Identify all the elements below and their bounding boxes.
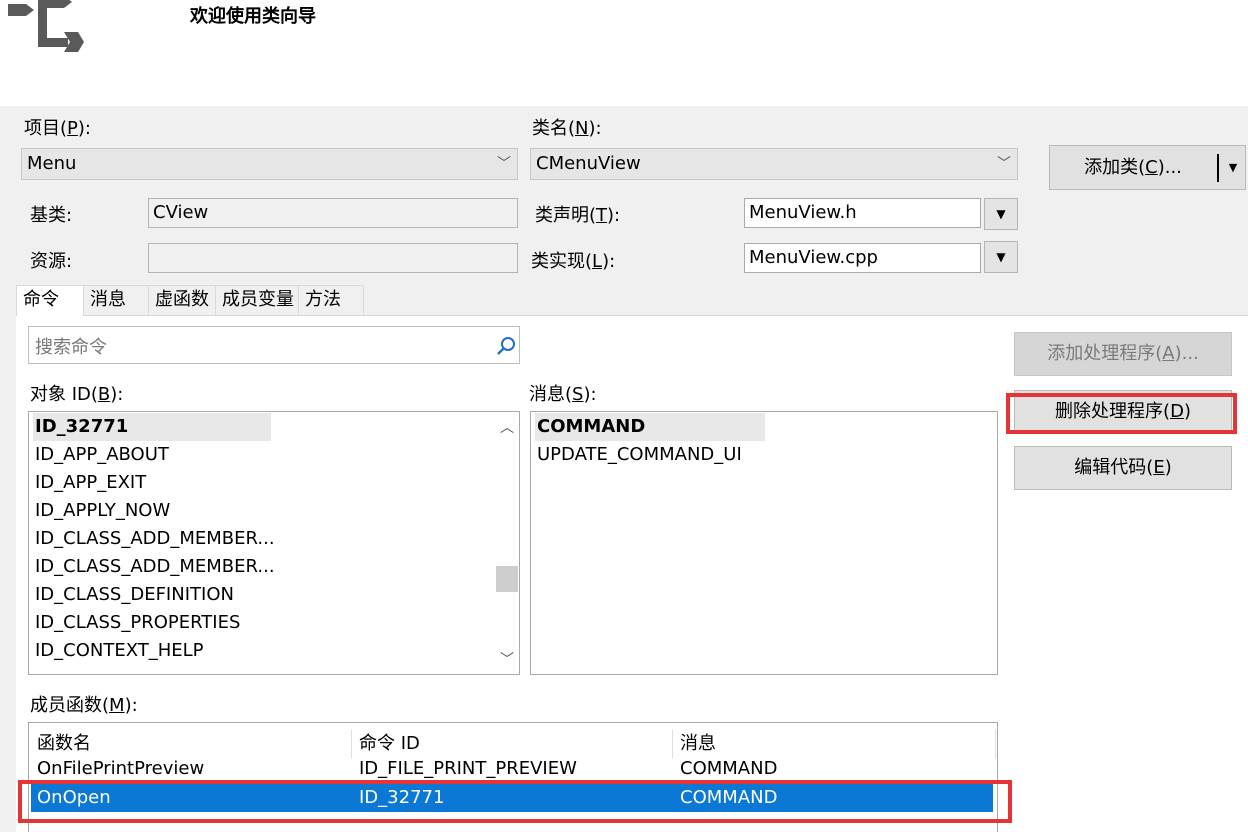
list-item[interactable]: COMMAND <box>535 413 765 441</box>
split-divider <box>1217 154 1219 182</box>
classname-combo-value: CMenuView <box>536 153 641 174</box>
object-id-label: 对象 ID(B): <box>30 384 124 405</box>
list-item[interactable]: ID_CLASS_ADD_MEMBER... <box>35 525 275 553</box>
selected-row-highlight <box>18 780 1012 823</box>
tab-virtual-functions[interactable]: 虚函数 <box>148 285 216 315</box>
class-wizard-logo-icon <box>8 0 84 52</box>
class-impl-dropdown-button[interactable]: ▼ <box>984 241 1018 273</box>
add-class-dropdown-icon[interactable]: ▼ <box>1220 146 1246 189</box>
list-item[interactable]: ID_APP_EXIT <box>35 469 146 497</box>
tab-methods[interactable]: 方法 <box>298 285 364 315</box>
base-class-field: CView <box>148 198 518 228</box>
add-class-split-button[interactable]: 添加类(C)... ▼ <box>1049 145 1246 190</box>
tab-messages[interactable]: 消息 <box>83 285 149 315</box>
classname-label: 类名(N): <box>532 118 602 139</box>
project-combo-value: Menu <box>27 153 77 174</box>
wizard-header <box>0 0 1248 106</box>
class-impl-label: 类实现(L): <box>531 251 616 272</box>
chevron-down-icon: ﹀ <box>997 156 1011 172</box>
resource-field <box>148 243 518 273</box>
cell-command-id: ID_FILE_PRINT_PREVIEW <box>359 758 577 779</box>
messages-list[interactable]: COMMAND UPDATE_COMMAND_UI <box>530 411 998 675</box>
classname-combo[interactable]: CMenuView ﹀ <box>530 148 1018 180</box>
scrollbar-thumb[interactable] <box>496 566 518 592</box>
list-item[interactable]: ID_APP_ABOUT <box>35 441 169 469</box>
member-functions-label: 成员函数(M): <box>30 695 138 716</box>
list-item[interactable]: UPDATE_COMMAND_UI <box>537 441 742 469</box>
resource-label: 资源: <box>30 251 73 272</box>
scroll-down-icon[interactable]: ﹀ <box>495 648 519 672</box>
search-icon[interactable] <box>495 335 517 357</box>
delete-handler-highlight <box>1006 393 1237 434</box>
object-id-list[interactable]: ID_32771 ID_APP_ABOUT ID_APP_EXIT ID_APP… <box>28 411 520 675</box>
list-item[interactable]: ID_CLASS_ADD_MEMBER... <box>35 553 275 581</box>
project-label: 项目(P): <box>24 118 91 139</box>
list-item[interactable]: ID_APPLY_NOW <box>35 497 170 525</box>
search-commands-input[interactable]: 搜索命令 <box>28 326 520 364</box>
edit-code-button[interactable]: 编辑代码(E) <box>1014 446 1232 490</box>
class-impl-field[interactable]: MenuView.cpp <box>744 243 981 273</box>
cell-message: COMMAND <box>680 758 778 779</box>
list-item[interactable]: ID_CONTEXT_HELP <box>35 637 204 665</box>
scroll-up-icon[interactable]: ︿ <box>495 416 519 440</box>
cell-function-name: OnFilePrintPreview <box>37 758 205 779</box>
messages-label: 消息(S): <box>529 384 597 405</box>
class-decl-dropdown-button[interactable]: ▼ <box>984 198 1018 230</box>
search-placeholder: 搜索命令 <box>35 337 107 358</box>
object-id-scrollbar[interactable]: ︿ ﹀ <box>495 412 519 674</box>
add-handler-button[interactable]: 添加处理程序(A)... <box>1014 332 1232 376</box>
chevron-down-icon: ﹀ <box>497 156 511 172</box>
add-class-button[interactable]: 添加类(C)... <box>1050 146 1216 189</box>
class-decl-label: 类声明(T): <box>535 205 621 226</box>
wizard-title: 欢迎使用类向导 <box>190 6 316 27</box>
tab-commands[interactable]: 命令 <box>16 285 84 316</box>
list-item[interactable]: ID_CLASS_PROPERTIES <box>35 609 240 637</box>
base-class-label: 基类: <box>30 205 73 226</box>
class-decl-field[interactable]: MenuView.h <box>744 198 981 228</box>
table-row[interactable]: OnFilePrintPreview ID_FILE_PRINT_PREVIEW… <box>31 755 997 783</box>
project-combo[interactable]: Menu ﹀ <box>21 148 518 180</box>
list-item[interactable]: ID_CLASS_DEFINITION <box>35 581 234 609</box>
tab-member-variables[interactable]: 成员变量 <box>215 285 299 315</box>
list-item[interactable]: ID_32771 <box>33 413 271 441</box>
